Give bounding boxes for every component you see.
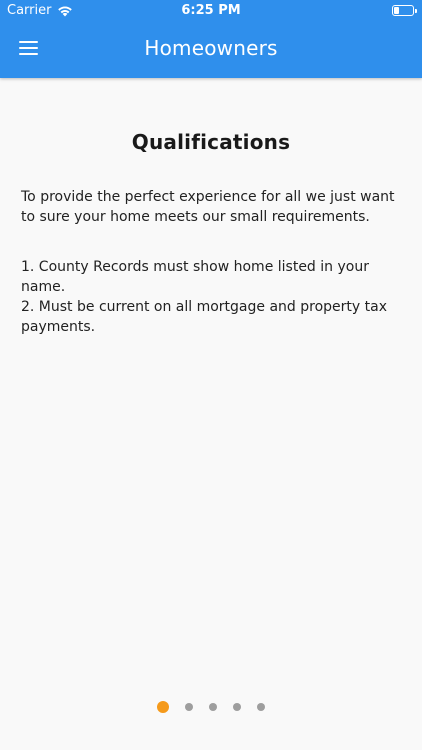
page-title: Qualifications xyxy=(131,130,291,154)
requirements-list: 1. County Records must show home listed … xyxy=(21,257,406,337)
page-dot-2[interactable] xyxy=(185,703,193,711)
page-dot-3[interactable] xyxy=(209,703,217,711)
page-dot-5[interactable] xyxy=(257,703,265,711)
page-indicator xyxy=(0,701,422,713)
header-title: Homeowners xyxy=(144,36,278,60)
requirement-item: 1. County Records must show home listed … xyxy=(21,259,369,295)
intro-text: To provide the perfect experience for al… xyxy=(21,189,395,225)
page-dot-4[interactable] xyxy=(233,703,241,711)
battery-cap xyxy=(415,9,417,13)
app-header: Carrier 6:25 PM Homeowners xyxy=(0,0,422,78)
status-bar: Carrier 6:25 PM xyxy=(0,0,422,22)
status-time: 6:25 PM xyxy=(181,3,241,18)
page-dot-1[interactable] xyxy=(157,701,169,713)
battery-icon xyxy=(392,5,417,16)
requirement-item: 2. Must be current on all mortgage and p… xyxy=(21,299,387,335)
battery-level xyxy=(394,7,399,14)
onboarding-page: Qualifications To provide the perfect ex… xyxy=(0,78,422,750)
